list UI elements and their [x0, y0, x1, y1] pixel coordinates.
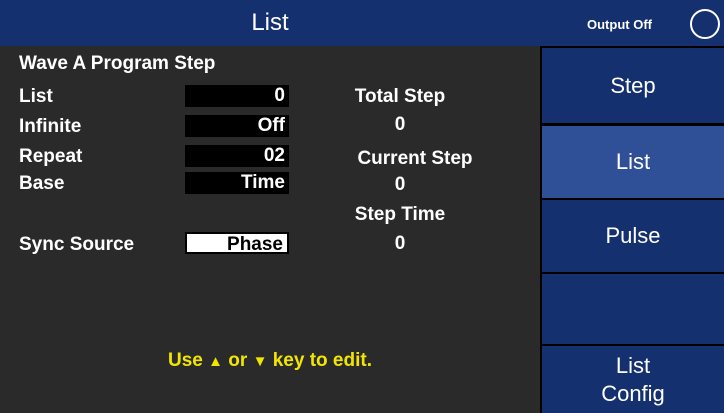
hint-use-text: Use	[168, 350, 203, 371]
current-step-value: 0	[394, 174, 406, 195]
list-softkey[interactable]: List	[542, 126, 724, 198]
title-bar: List Output Off	[0, 0, 724, 46]
hint-rest-text: key to edit.	[272, 350, 372, 371]
step-softkey[interactable]: Step	[542, 48, 724, 123]
total-step-value: 0	[394, 114, 406, 135]
output-status-label: Output Off	[587, 17, 652, 32]
infinite-label: Infinite	[19, 116, 82, 137]
down-arrow-icon: ▼	[252, 353, 268, 370]
step-time-value: 0	[394, 233, 406, 254]
hint-or-text: or	[228, 350, 248, 371]
list-field[interactable]: 0	[185, 85, 289, 107]
pulse-softkey[interactable]: Pulse	[542, 200, 724, 272]
infinite-field[interactable]: Off	[185, 115, 289, 137]
total-step-label: Total Step	[354, 86, 446, 107]
edit-hint: Use ▲ or ▼ key to edit.	[0, 349, 540, 374]
blank-softkey[interactable]	[542, 274, 724, 344]
base-field[interactable]: Time	[185, 172, 289, 194]
current-step-label: Current Step	[357, 148, 473, 169]
output-indicator-icon	[690, 9, 720, 39]
repeat-label: Repeat	[19, 146, 83, 167]
sync-source-field[interactable]: Phase	[185, 232, 289, 255]
up-arrow-icon: ▲	[208, 353, 224, 370]
panel-heading: Wave A Program Step	[19, 53, 216, 74]
list-config-softkey[interactable]: List Config	[542, 346, 724, 413]
softkey-panel: Step List Pulse List Config	[540, 46, 724, 413]
page-title: List	[251, 9, 289, 36]
repeat-field[interactable]: 02	[185, 145, 289, 167]
sync-source-label: Sync Source	[19, 234, 135, 255]
base-label: Base	[19, 173, 65, 194]
list-screen: List Output Off Wave A Program Step List…	[0, 0, 724, 413]
step-time-label: Step Time	[354, 204, 446, 225]
list-label: List	[19, 86, 53, 107]
